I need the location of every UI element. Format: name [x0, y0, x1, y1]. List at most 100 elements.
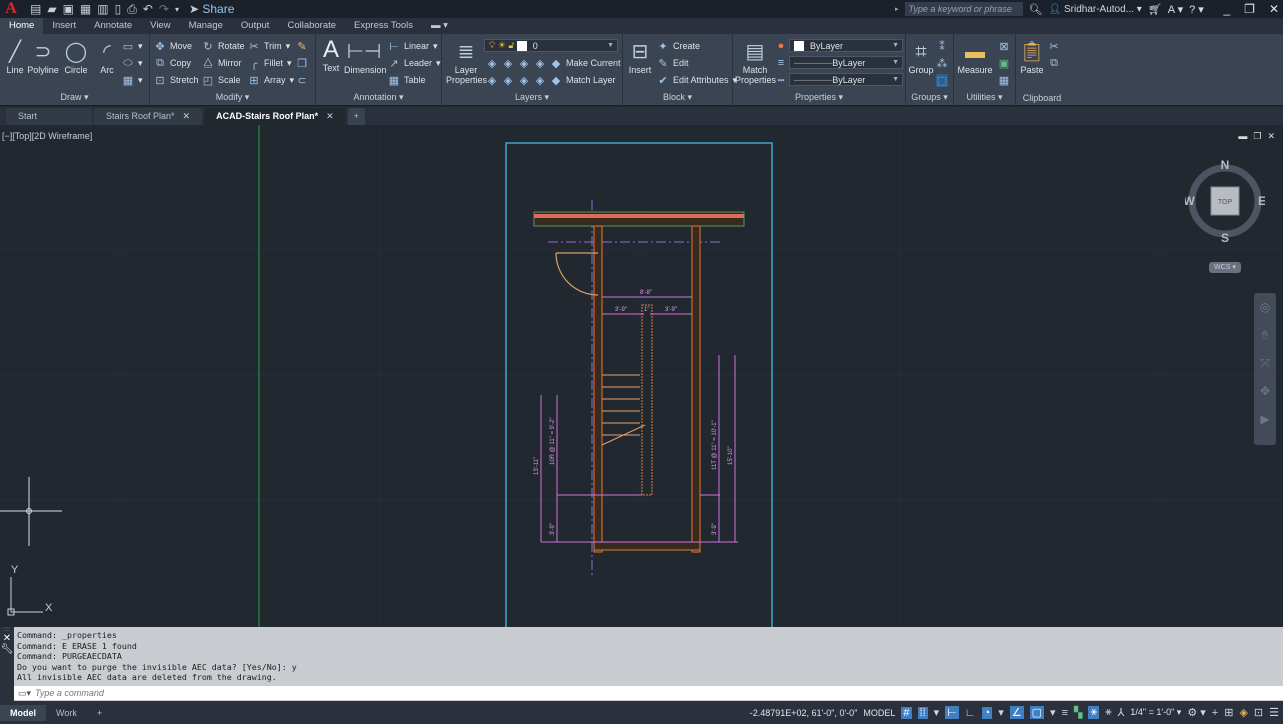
copy-clip-button[interactable]: ⧉ — [1048, 56, 1060, 70]
hatch-button[interactable]: ⬭ ▾ — [122, 56, 142, 70]
command-prompt-icon[interactable]: ▭▾ — [18, 688, 31, 699]
viewport-controls-label[interactable]: [−][Top][2D Wireframe] — [2, 131, 92, 141]
annotation-scale-icon[interactable]: ⅄ — [1118, 706, 1125, 719]
units-icon[interactable]: ⊞ — [1224, 706, 1233, 719]
panel-title-draw[interactable]: Draw ▾ — [0, 92, 149, 103]
new-icon[interactable]: ▤ — [30, 2, 41, 16]
mirror-button[interactable]: ⧋ Mirror — [202, 56, 241, 70]
tab-collaborate[interactable]: Collaborate — [278, 18, 345, 34]
layout-tab-work[interactable]: Work — [46, 705, 87, 721]
annotation-scale-dropdown[interactable]: 1/4" = 1'-0" ▾ — [1130, 707, 1181, 718]
color-dropdown[interactable]: ByLayer ▼ — [789, 39, 903, 52]
open-icon[interactable]: ▰ — [47, 2, 56, 16]
group-select-button[interactable]: ⬚ — [936, 73, 948, 87]
compass-west[interactable]: W — [1185, 194, 1195, 208]
expand-icon[interactable]: ▸ — [895, 5, 899, 13]
vp-close-button[interactable]: ✕ — [1267, 131, 1275, 142]
trim-button[interactable]: ✂ Trim ▾ — [248, 39, 290, 53]
layer-thaw-icon[interactable]: ◈ — [518, 74, 530, 87]
annotation-monitor-icon[interactable]: + — [1212, 707, 1218, 719]
group-button[interactable]: ⌗ Group — [908, 39, 934, 75]
fillet-button[interactable]: ╭ Fillet ▾ — [248, 56, 292, 70]
zoom-extents-icon[interactable]: ⤧ — [1254, 349, 1276, 377]
region-button[interactable]: ▦ ▾ — [122, 73, 143, 87]
customize-icon[interactable]: ▾ — [175, 5, 179, 14]
new-layout-button[interactable]: + — [87, 705, 112, 721]
snap-icon[interactable]: ⁞⁞ — [917, 706, 928, 719]
panel-title-properties[interactable]: Properties ▾ — [733, 92, 905, 103]
edit-attributes-button[interactable]: ✔ Edit Attributes ▾ — [657, 73, 737, 87]
cut-button[interactable]: ✂ — [1048, 39, 1060, 53]
move-button[interactable]: ✥ Move — [154, 39, 192, 53]
make-current-button[interactable]: ◆ Make Current — [550, 56, 621, 70]
panel-title-groups[interactable]: Groups ▾ — [906, 92, 953, 103]
tab-output[interactable]: Output — [232, 18, 279, 34]
polyline-button[interactable]: ⊃ Polyline — [27, 39, 59, 75]
tab-annotate[interactable]: Annotate — [85, 18, 141, 34]
compass-east[interactable]: E — [1258, 194, 1265, 208]
drawing-viewport[interactable]: 8'-8" 3'-9" 1" 3'-9" 13'-11" 10R @ 11" =… — [0, 125, 1283, 627]
search-input[interactable] — [904, 2, 1023, 16]
vp-restore-button[interactable]: ❐ — [1253, 131, 1261, 142]
object-snap-icon[interactable]: ▢ — [1029, 706, 1045, 719]
layout-tab-model[interactable]: Model — [0, 704, 46, 721]
minimize-button[interactable]: _ — [1223, 2, 1230, 16]
layer-lock-icon[interactable]: ◈ — [534, 57, 546, 70]
tab-insert[interactable]: Insert — [43, 18, 85, 34]
compass-south[interactable]: S — [1221, 231, 1229, 245]
tab-home[interactable]: Home — [0, 18, 44, 34]
panel-title-block[interactable]: Block ▾ — [623, 92, 732, 103]
search-icon[interactable]: 🔍︎ — [1029, 3, 1043, 16]
auto-scale-icon[interactable]: ⚹ — [1105, 706, 1112, 719]
grid-icon[interactable]: # — [901, 706, 912, 719]
save-icon[interactable]: ▣ — [63, 2, 74, 16]
layer-off-icon[interactable]: ◈ — [486, 57, 498, 70]
panel-title-modify[interactable]: Modify ▾ — [150, 92, 315, 103]
explode-button[interactable]: ❒ — [296, 56, 308, 70]
layer-dropdown[interactable]: 💡︎ ☀ 🔓︎ 0 ▼ — [484, 39, 618, 52]
id-point-button[interactable]: ⊠ — [998, 39, 1010, 53]
create-block-button[interactable]: ✦ Create — [657, 39, 700, 53]
edit-block-button[interactable]: ✎ Edit — [657, 56, 688, 70]
app-logo[interactable]: A — [0, 0, 22, 18]
mobile-icon[interactable]: ▯ — [115, 2, 122, 16]
help-icon[interactable]: ? ▾ — [1189, 3, 1204, 16]
customize-wrench-icon[interactable]: 🔧︎ — [0, 644, 14, 655]
new-tab-button[interactable]: + — [347, 108, 365, 125]
clean-screen-icon[interactable]: ⊡ — [1254, 706, 1263, 719]
close-command-icon[interactable]: ✕ — [0, 633, 14, 644]
table-button[interactable]: ▦ Table — [388, 73, 426, 87]
viewcube[interactable]: TOP N S W E — [1185, 155, 1265, 245]
redo-icon[interactable]: ↷ — [159, 2, 169, 16]
isodraft-icon[interactable]: ∠ — [1009, 706, 1024, 719]
scale-button[interactable]: ◰ Scale — [202, 73, 241, 87]
snap-dropdown-icon[interactable]: ▾ — [934, 706, 940, 719]
rectangle-button[interactable]: ▭ ▾ — [122, 39, 143, 53]
close-tab-icon[interactable]: ✕ — [326, 108, 334, 125]
coordinates-readout[interactable]: -2.48791E+02, 61'-0", 0'-0" — [750, 708, 858, 718]
ortho-icon[interactable]: ∟ — [965, 707, 976, 719]
layer-unisolate-icon[interactable]: ◈ — [502, 74, 514, 87]
model-space-toggle[interactable]: MODEL — [863, 708, 895, 718]
orbit-icon[interactable]: ✥ — [1254, 377, 1276, 405]
arc-button[interactable]: ◜ Arc — [95, 39, 119, 75]
linetype-dropdown[interactable]: ────── ByLayer ▼ — [789, 73, 903, 86]
close-tab-icon[interactable]: ✕ — [183, 108, 191, 125]
doc-tab-acad-stairs-roof-plan[interactable]: ACAD-Stairs Roof Plan* ✕ — [204, 108, 346, 125]
osnap-dropdown-icon[interactable]: ▾ — [1050, 706, 1056, 719]
close-button[interactable]: ✕ — [1269, 2, 1279, 16]
insert-button[interactable]: ⊟ Insert — [625, 39, 655, 75]
workspace-gear-icon[interactable]: ⚙ ▾ — [1187, 706, 1205, 719]
panel-title-layers[interactable]: Layers ▾ — [442, 92, 622, 103]
panel-title-utilities[interactable]: Utilities ▾ — [954, 92, 1015, 103]
layer-unlock-icon[interactable]: ◈ — [534, 74, 546, 87]
restore-button[interactable]: ❐ — [1244, 2, 1255, 16]
vp-minimize-button[interactable]: ▬ — [1238, 131, 1247, 142]
user-menu[interactable]: 👤︎ Sridhar-Autod... ▾ — [1048, 4, 1141, 15]
measure-button[interactable]: ▬ Measure — [956, 39, 994, 75]
leader-button[interactable]: ↗ Leader ▾ — [388, 56, 440, 70]
autodesk-icon[interactable]: A ▾ — [1168, 3, 1183, 16]
match-layer-button[interactable]: ◆ Match Layer — [550, 73, 616, 87]
polar-dropdown-icon[interactable]: ▾ — [998, 706, 1004, 719]
layer-isolate-icon[interactable]: ◈ — [502, 57, 514, 70]
